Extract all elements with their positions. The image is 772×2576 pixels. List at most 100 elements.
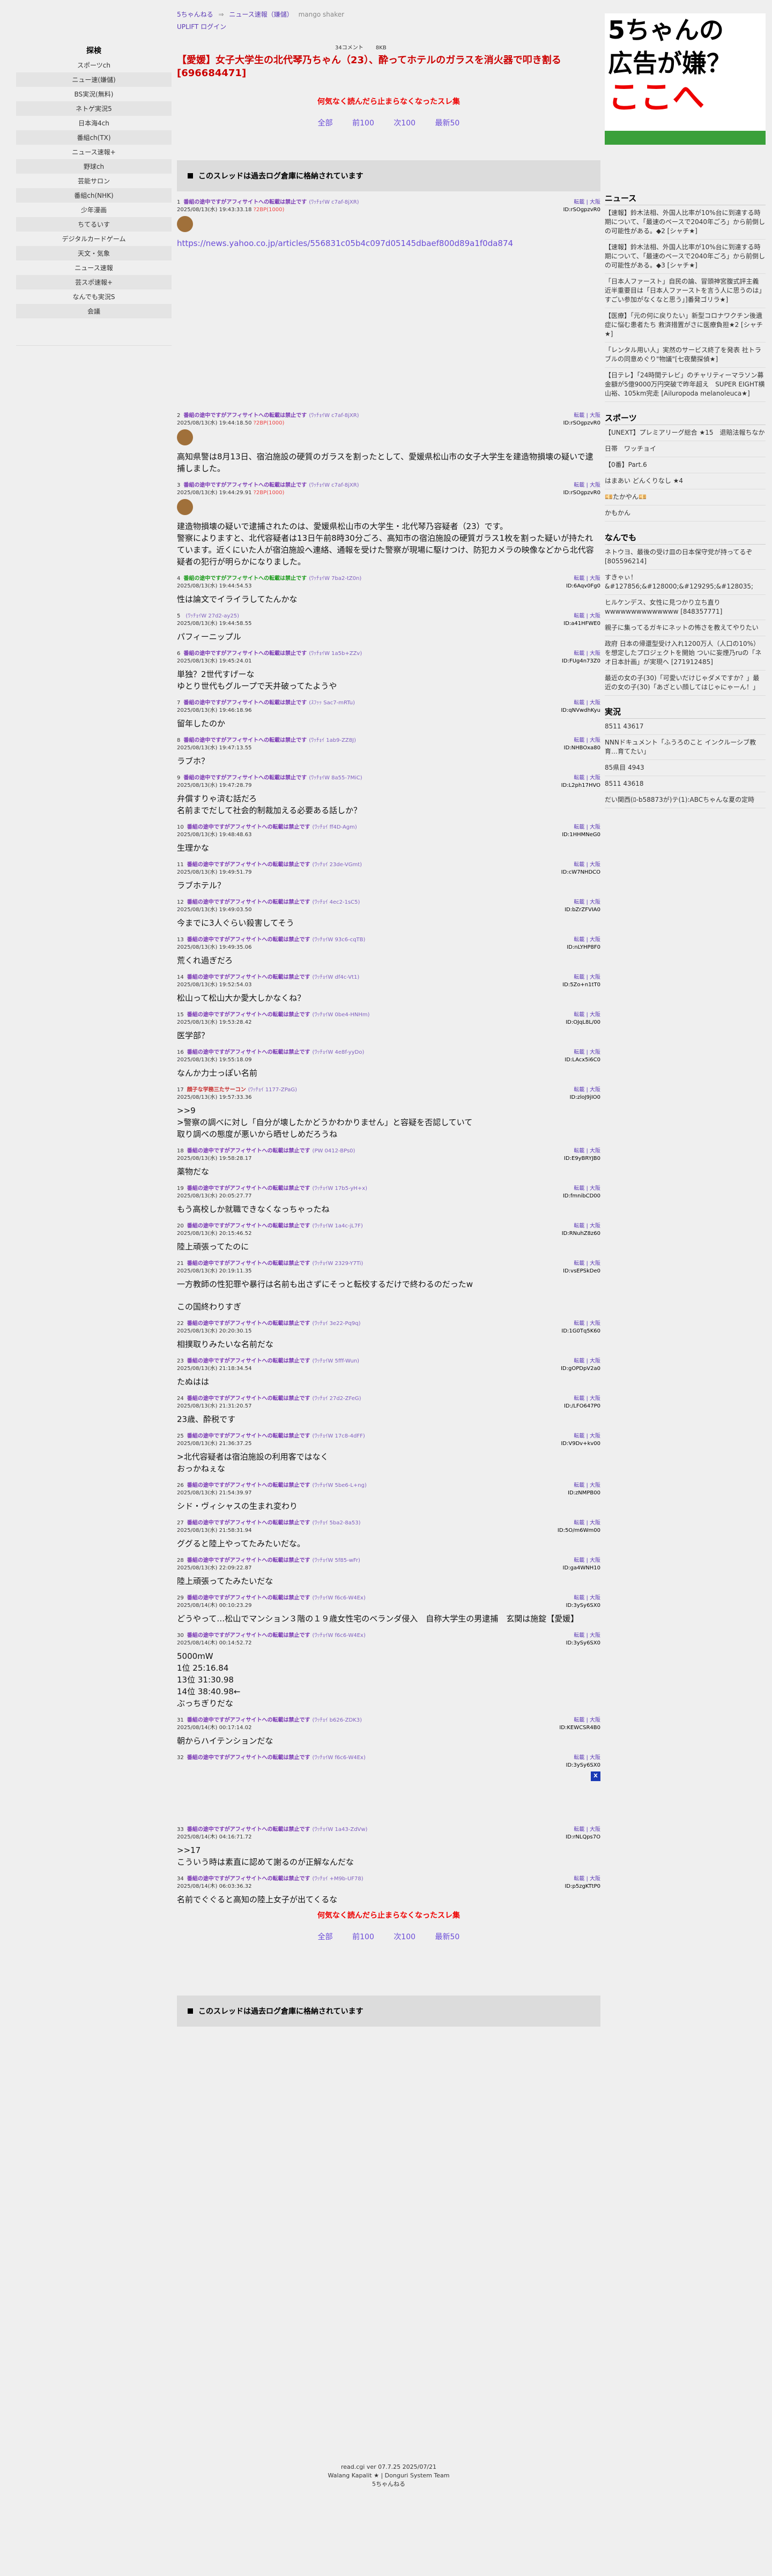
post-report-links[interactable]: 転載 | 大阪	[564, 737, 600, 744]
post-id[interactable]: ID:E9yBRYJB0	[564, 1155, 600, 1163]
recommend-link[interactable]: 何気なく読んだら止まらなくなったスレ集	[177, 96, 600, 107]
post-number[interactable]: 27	[177, 1520, 184, 1526]
right-link-item[interactable]: 【速報】鈴木法相、外国人比率が10%台に到達する時期について、「最速のペースで2…	[605, 205, 766, 240]
post-number[interactable]: 21	[177, 1261, 184, 1267]
post-id[interactable]: ID:nLYHP8F0	[567, 944, 600, 951]
post-report-links[interactable]: 転載 | 大阪	[558, 1520, 600, 1527]
right-link-item[interactable]: 8511 43618	[605, 776, 766, 792]
post-number[interactable]: 31	[177, 1717, 184, 1723]
sidebar-item[interactable]: ネトゲ実況5	[16, 101, 172, 116]
sidebar-item[interactable]: 野球ch	[16, 159, 172, 174]
post-id[interactable]: ID:FUg4n73Z0	[562, 658, 600, 665]
post-number[interactable]: 2	[177, 413, 180, 419]
pager-prev[interactable]: 前100	[352, 119, 374, 128]
site-link[interactable]: 5ちゃんねる	[177, 11, 213, 18]
post-id[interactable]: ID:L2ph17HVO	[561, 782, 600, 790]
sidebar-item[interactable]: 番組ch(NHK)	[16, 188, 172, 203]
right-link-item[interactable]: 💴たかやん💴	[605, 489, 766, 505]
post-id[interactable]: ID:OJqL8L/00	[566, 1019, 600, 1026]
post-id[interactable]: ID:fmnibCD00	[563, 1193, 600, 1200]
footer-site[interactable]: 5ちゃんねる	[177, 2480, 600, 2489]
post-report-links[interactable]: 転載 | 大阪	[566, 1826, 600, 1834]
footer-team[interactable]: Walang Kapalit ★ | Donguri System Team	[177, 2471, 600, 2480]
post-id[interactable]: ID:vsEPSkDe0	[563, 1268, 600, 1275]
right-link-item[interactable]: 【医療】「元の何に戻りたい」新型コロナワクチン後遺症に悩む患者たち 救済措置がさ…	[605, 308, 766, 343]
post-id[interactable]: ID:bZrZFVIA0	[565, 906, 600, 914]
post-report-links[interactable]: 転載 | 大阪	[565, 1875, 600, 1883]
post-id[interactable]: ID:6Aqv0Fg0	[566, 583, 600, 590]
post-report-links[interactable]: 転載 | 大阪	[565, 1049, 600, 1056]
pager-all[interactable]: 全部	[318, 1933, 333, 1941]
right-link-item[interactable]: すきゃぃ！ &#127856;&#128000;&#129295;&#12803…	[605, 570, 766, 595]
post-number[interactable]: 1	[177, 199, 180, 205]
right-link-item[interactable]: 最近の女の子(30)「可愛いだけじゃダメですか？」最近の女の子(30)「あざとい…	[605, 671, 766, 696]
post-number[interactable]: 29	[177, 1595, 184, 1601]
right-link-item[interactable]: はまあい どんくりなし ★4	[605, 473, 766, 489]
post-report-links[interactable]: 転載 | 大阪	[564, 1395, 600, 1403]
post-number[interactable]: 13	[177, 937, 184, 943]
post-id[interactable]: ID:zloJ9jIO0	[570, 1094, 600, 1101]
post-number[interactable]: 8	[177, 738, 180, 743]
post-number[interactable]: 12	[177, 899, 184, 905]
post-number[interactable]: 28	[177, 1558, 184, 1564]
post-report-links[interactable]: 転載 | 大阪	[561, 1358, 600, 1365]
right-link-item[interactable]: 【0番】Part.6	[605, 457, 766, 473]
sidebar-item[interactable]: BS実況(無料)	[16, 87, 172, 101]
post-number[interactable]: 22	[177, 1321, 184, 1327]
post-number[interactable]: 25	[177, 1433, 184, 1439]
post-id[interactable]: ID:1G0Tq5K60	[561, 1328, 600, 1335]
post-id[interactable]: ID:5O/m6Wm00	[558, 1527, 600, 1535]
post-report-links[interactable]: 転載 | 大阪	[563, 1260, 600, 1268]
post-report-links[interactable]: 転載 | 大阪	[561, 1320, 600, 1328]
post-be[interactable]: ?2BP(1000)	[254, 490, 285, 496]
post-number[interactable]: 33	[177, 1827, 184, 1833]
post-be[interactable]: ?2BP(1000)	[254, 207, 285, 213]
post-report-links[interactable]: 転載 | 大阪	[562, 824, 600, 831]
right-link-item[interactable]: NNNドキュメント「ふうろのこと インクルーシブ教育…育てたい」	[605, 735, 766, 760]
sidebar-item[interactable]: ニュース速報+	[16, 145, 172, 159]
post-report-links[interactable]: 転載 | 大阪	[561, 861, 600, 869]
post-number[interactable]: 34	[177, 1876, 184, 1882]
post-report-links[interactable]: 転載 | 大阪	[566, 1595, 600, 1602]
post-id[interactable]: ID:rSOgpzvR0	[563, 206, 600, 214]
right-link-item[interactable]: 親子に集ってるガキにネットの怖さを教えてやりたい	[605, 620, 766, 636]
post-number[interactable]: 24	[177, 1396, 184, 1402]
post-id[interactable]: ID:rSOgpzvR0	[563, 489, 600, 497]
post-id[interactable]: ID:3ySy6SX0	[566, 1762, 601, 1769]
right-link-item[interactable]: ヒルケンデス、女性に見つかり立ち直り wwwwwwwwwwwwww [84835…	[605, 595, 766, 620]
post-id[interactable]: ID:V9Dv+kv00	[561, 1440, 600, 1448]
post-report-links[interactable]: 転載 | 大阪	[561, 1433, 600, 1440]
pager-all[interactable]: 全部	[318, 119, 333, 128]
post-number[interactable]: 26	[177, 1483, 184, 1488]
right-link-item[interactable]: 政府 日本の帰還型受け入れ1200万人（人口の10%）を想定したプロジェクトを開…	[605, 636, 766, 671]
post-id[interactable]: ID:rSOgpzvR0	[563, 420, 600, 427]
post-report-links[interactable]: 転載 | 大阪	[563, 199, 600, 206]
pager-next[interactable]: 次100	[394, 1933, 415, 1941]
right-link-item[interactable]: 8511 43617	[605, 719, 766, 735]
board-link[interactable]: ニュース速報（嫌儲）	[229, 11, 293, 18]
post-number[interactable]: 4	[177, 576, 180, 582]
x-icon[interactable]: X	[591, 1771, 600, 1781]
post-id[interactable]: ID:ga4WNH10	[563, 1565, 600, 1572]
post-report-links[interactable]: 転載 | 大阪	[563, 1185, 600, 1193]
right-link-item[interactable]: ネトウヨ、最後の受け皿の日本保守党が持ってるぞ [805596214]	[605, 545, 766, 570]
post-report-links[interactable]: 転載 | 大阪	[562, 1223, 600, 1230]
post-report-links[interactable]: 転載 | 大阪	[563, 412, 600, 420]
uplift-login-link[interactable]: UPLIFT ログイン	[177, 22, 600, 31]
right-link-item[interactable]: 【日テレ】「24時間テレビ」のチャリティーマラソン募金額が5億9000万円突破で…	[605, 368, 766, 402]
post-id[interactable]: ID:1HHMNeG0	[562, 831, 600, 839]
sidebar-item[interactable]: デジタルカードゲーム	[16, 232, 172, 246]
post-report-links[interactable]: 転載 | 大阪	[563, 1557, 600, 1565]
post-number[interactable]: 11	[177, 862, 184, 868]
post-id[interactable]: ID:NHBOxa80	[564, 744, 600, 752]
post-number[interactable]: 17	[177, 1087, 184, 1093]
post-number[interactable]: 30	[177, 1633, 184, 1639]
post-number[interactable]: 19	[177, 1186, 184, 1192]
right-link-item[interactable]: 85県目 4943	[605, 760, 766, 776]
post-number[interactable]: 7	[177, 700, 180, 706]
post-id[interactable]: ID:RNuhZ8z60	[562, 1230, 600, 1238]
post-report-links[interactable]: 転載 | 大阪	[566, 1754, 600, 1762]
post-number[interactable]: 3	[177, 482, 180, 488]
sidebar-item[interactable]: 少年漫画	[16, 203, 172, 217]
post-report-links[interactable]: 転載 | 大阪	[570, 1086, 600, 1094]
